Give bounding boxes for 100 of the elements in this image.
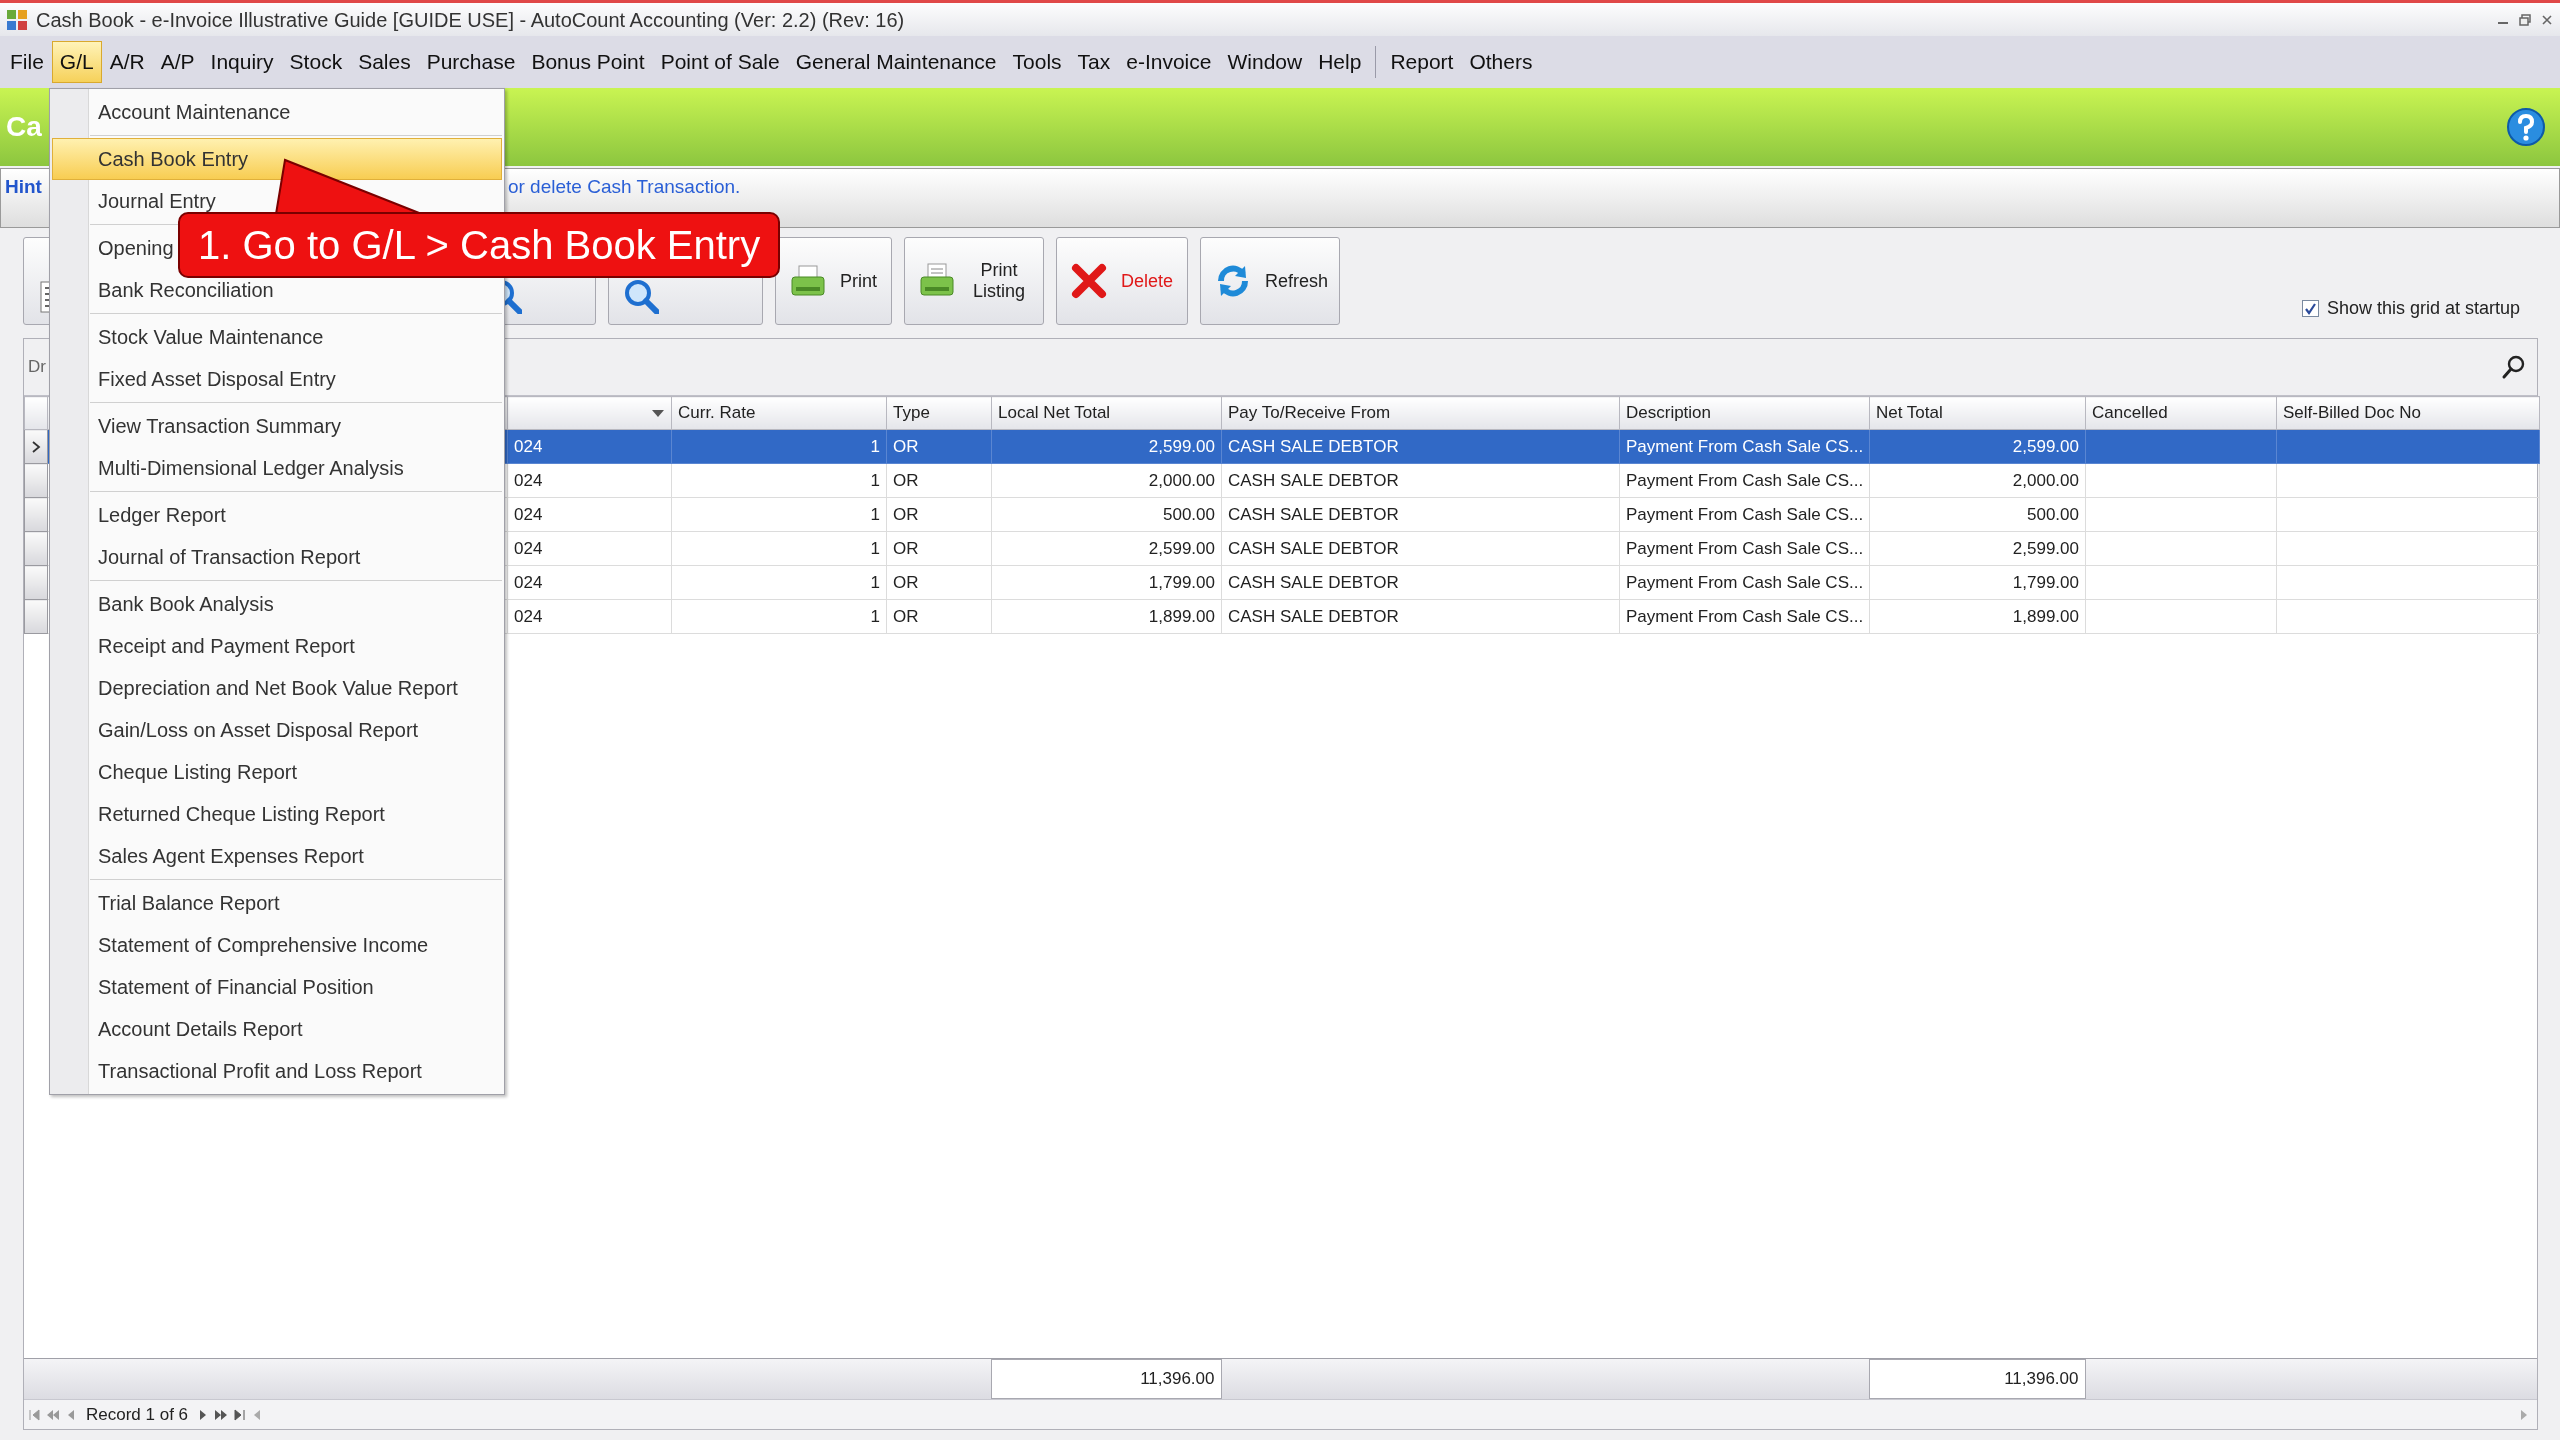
refresh-button[interactable]: Refresh <box>1200 237 1341 325</box>
print-button[interactable]: Print <box>775 237 892 325</box>
table-cell: Payment From Cash Sale CS... <box>1619 565 1870 600</box>
table-cell: 1,799.00 <box>1869 565 2086 600</box>
menu-item[interactable]: Tools <box>1004 41 1070 83</box>
column-header[interactable]: Net Total <box>1869 396 2086 430</box>
table-cell: 1,899.00 <box>1869 599 2086 634</box>
column-header[interactable]: Curr. Rate <box>671 396 887 430</box>
menu-item[interactable]: General Maintenance <box>787 41 1005 83</box>
record-counter: Record 1 of 6 <box>85 1403 190 1426</box>
column-header[interactable]: Local Net Total <box>991 396 1222 430</box>
menu-item[interactable]: Tax <box>1069 41 1119 83</box>
menu-item[interactable]: Stock Value Maintenance <box>98 322 324 352</box>
table-cell: 500.00 <box>991 497 1222 532</box>
menu-item[interactable]: Sales Agent Expenses Report <box>98 841 364 871</box>
column-header[interactable]: Self-Billed Doc No <box>2276 396 2540 430</box>
table-cell: 1 <box>671 497 887 532</box>
table-cell: 2,599.00 <box>991 531 1222 566</box>
menu-item[interactable]: File <box>2 41 52 83</box>
menu-item[interactable]: Depreciation and Net Book Value Report <box>98 673 458 703</box>
menu-item[interactable]: Cheque Listing Report <box>98 757 297 787</box>
menu-item[interactable]: Account Maintenance <box>98 97 291 127</box>
table-cell: Payment From Cash Sale CS... <box>1619 497 1870 532</box>
table-cell: Payment From Cash Sale CS... <box>1619 531 1870 566</box>
menu-item[interactable]: Inquiry <box>202 41 282 83</box>
table-cell: 1 <box>671 599 887 634</box>
menu-item[interactable]: Sales <box>350 41 419 83</box>
menu-item[interactable]: A/P <box>152 41 203 83</box>
menu-item[interactable]: Help <box>1310 41 1370 83</box>
menu-item[interactable]: Returned Cheque Listing Report <box>98 799 385 829</box>
menu-item[interactable]: Multi-Dimensional Ledger Analysis <box>98 453 404 483</box>
table-cell: CASH SALE DEBTOR <box>1221 463 1620 498</box>
menu-item[interactable]: G/L <box>51 41 102 83</box>
window-title: Cash Book - e-Invoice Illustrative Guide [GUIDE USE] - AutoCount Accounting (Ver: 2.2) (Rev: 16) <box>36 7 905 33</box>
menu-item[interactable]: Point of Sale <box>652 41 788 83</box>
menu-item[interactable]: Account Details Report <box>98 1014 303 1044</box>
hint-text: or delete Cash Transaction. <box>507 175 741 199</box>
menu-item[interactable]: Opening <box>98 233 174 263</box>
menu-item[interactable]: Bonus Point <box>523 41 653 83</box>
table-cell: 2,599.00 <box>1869 531 2086 566</box>
table-cell: 024 <box>507 463 672 498</box>
menu-item-highlight[interactable]: Cash Book Entry <box>52 138 502 180</box>
table-cell: 024 <box>507 531 672 566</box>
startup-checkbox[interactable]: Show this grid at startup <box>2301 295 2520 322</box>
menu-item[interactable]: Fixed Asset Disposal Entry <box>98 364 336 394</box>
table-cell: 2,000.00 <box>991 463 1222 498</box>
table-cell: 1 <box>671 463 887 498</box>
table-cell: Payment From Cash Sale CS... <box>1619 599 1870 634</box>
table-cell: CASH SALE DEBTOR <box>1221 599 1620 634</box>
column-header[interactable]: Type <box>886 396 992 430</box>
table-cell: OR <box>886 531 992 566</box>
table-cell: OR <box>886 565 992 600</box>
column-header[interactable]: Cancelled <box>2085 396 2277 430</box>
table-cell: OR <box>886 497 992 532</box>
table-cell: CASH SALE DEBTOR <box>1221 531 1620 566</box>
menu-item[interactable]: Bank Book Analysis <box>98 589 274 619</box>
menu-item[interactable]: Gain/Loss on Asset Disposal Report <box>98 715 419 745</box>
menu-item[interactable]: e-Invoice <box>1118 41 1220 83</box>
menu-item[interactable]: Trial Balance Report <box>98 888 280 918</box>
table-cell: 024 <box>507 429 672 464</box>
menu-item[interactable]: Journal of Transaction Report <box>98 542 361 572</box>
table-cell: 2,000.00 <box>1869 463 2086 498</box>
table-cell: 500.00 <box>1869 497 2086 532</box>
hint-label: Hint <box>4 175 42 199</box>
total-cell: 11,396.00 <box>991 1359 1221 1399</box>
table-cell: 1 <box>671 565 887 600</box>
menu-item[interactable]: Stock <box>281 41 351 83</box>
menu-item[interactable]: A/R <box>101 41 153 83</box>
menu-item[interactable]: Cash Book Entry <box>98 144 249 174</box>
table-cell: 2,599.00 <box>991 429 1222 464</box>
page-title: Ca <box>6 110 42 144</box>
print-listing-button[interactable]: Print Listing <box>904 237 1044 325</box>
menu-item[interactable]: Transactional Profit and Loss Report <box>98 1056 422 1086</box>
table-cell: 024 <box>507 497 672 532</box>
menu-item[interactable]: View Transaction Summary <box>98 411 342 441</box>
delete-button[interactable]: Delete <box>1056 237 1189 325</box>
menu-item[interactable]: Statement of Comprehensive Income <box>98 930 429 960</box>
table-cell: 1,899.00 <box>991 599 1222 634</box>
menu-item[interactable]: Receipt and Payment Report <box>98 631 355 661</box>
table-cell: 024 <box>507 565 672 600</box>
table-cell: CASH SALE DEBTOR <box>1221 429 1620 464</box>
table-cell: Payment From Cash Sale CS... <box>1619 463 1870 498</box>
menu-item[interactable]: Report <box>1382 41 1462 83</box>
column-header[interactable]: Description <box>1619 396 1870 430</box>
menu-item[interactable]: Bank Reconciliation <box>98 275 274 305</box>
table-cell: 1 <box>671 429 887 464</box>
table-cell: CASH SALE DEBTOR <box>1221 497 1620 532</box>
table-cell: 1 <box>671 531 887 566</box>
table-cell: 2,599.00 <box>1869 429 2086 464</box>
column-header[interactable]: Pay To/Receive From <box>1221 396 1620 430</box>
menu-item[interactable]: Others <box>1461 41 1541 83</box>
group-panel-text: Dr <box>28 356 46 379</box>
table-cell: Payment From Cash Sale CS... <box>1619 429 1870 464</box>
table-cell: OR <box>886 599 992 634</box>
menu-item[interactable]: Window <box>1219 41 1311 83</box>
menu-item[interactable]: Statement of Financial Position <box>98 972 374 1002</box>
table-cell: CASH SALE DEBTOR <box>1221 565 1620 600</box>
menu-item[interactable]: Purchase <box>418 41 524 83</box>
table-cell: 1,799.00 <box>991 565 1222 600</box>
table-cell: OR <box>886 463 992 498</box>
